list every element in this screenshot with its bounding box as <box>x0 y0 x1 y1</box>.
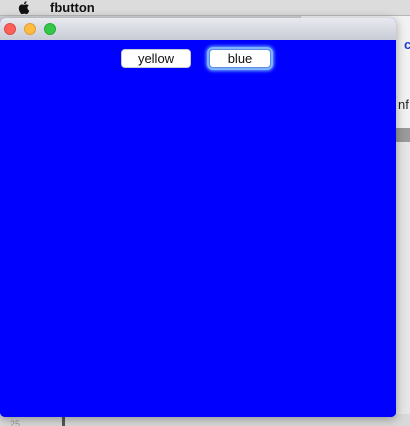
background-panel-header <box>395 128 410 142</box>
background-line-number: 25 <box>10 419 21 426</box>
zoom-window-button[interactable] <box>44 23 56 35</box>
blue-button[interactable]: blue <box>209 49 271 68</box>
background-panel <box>395 128 410 426</box>
apple-icon[interactable] <box>17 1 31 14</box>
window-content: yellow blue <box>0 40 396 417</box>
app-menu-name[interactable]: fbutton <box>50 0 95 15</box>
minimize-window-button[interactable] <box>24 23 36 35</box>
app-window: yellow blue <box>0 18 396 417</box>
window-titlebar[interactable] <box>0 18 396 41</box>
menu-bar: fbutton <box>0 0 410 16</box>
close-window-button[interactable] <box>4 23 16 35</box>
background-text-fragment: c <box>404 37 410 52</box>
yellow-button[interactable]: yellow <box>121 49 191 68</box>
background-text-fragment: nf <box>398 97 409 112</box>
